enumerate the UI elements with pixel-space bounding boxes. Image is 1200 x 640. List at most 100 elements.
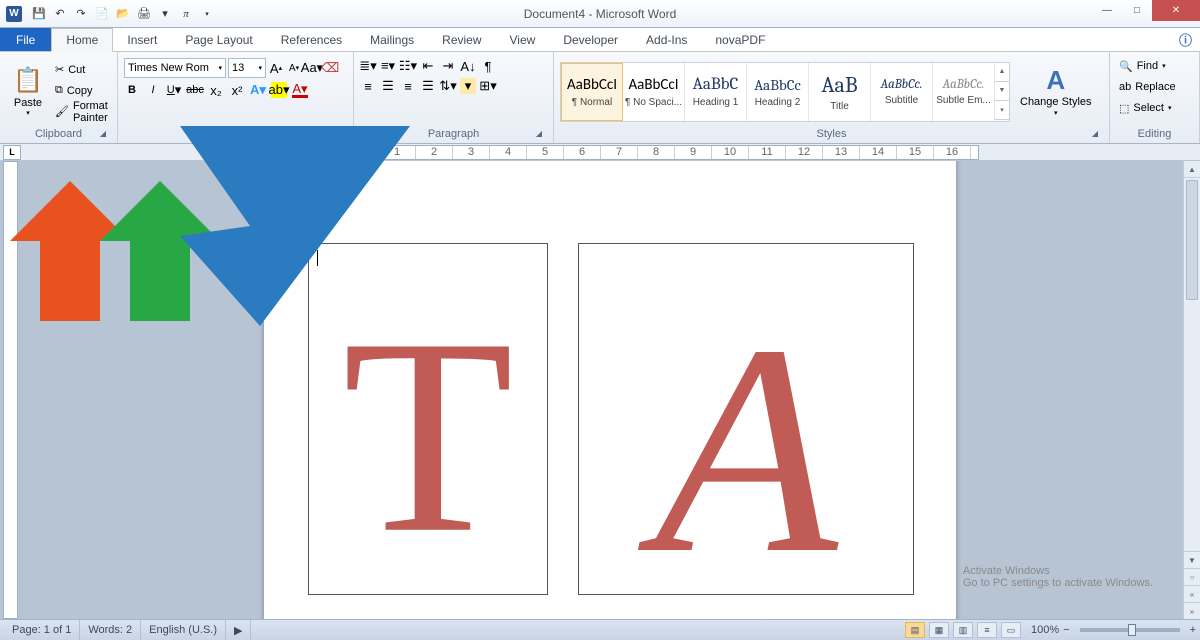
textbox-2[interactable]: A (578, 243, 914, 595)
new-icon[interactable]: 📄 (93, 5, 111, 23)
change-case-icon[interactable]: Aa▾ (304, 60, 320, 76)
tab-file[interactable]: File (0, 28, 51, 51)
style-title[interactable]: AaBTitle (809, 63, 871, 121)
redo-icon[interactable]: ↷ (72, 5, 90, 23)
zoom-out-icon[interactable]: − (1063, 624, 1069, 636)
tab-addins[interactable]: Add-Ins (632, 28, 701, 51)
maximize-button[interactable]: □ (1122, 0, 1152, 21)
ribbon-help-icon[interactable]: ⓘ (1179, 28, 1192, 51)
scroll-down-icon[interactable]: ▼ (1184, 551, 1200, 568)
textbox-1[interactable]: T (308, 243, 548, 595)
copy-button[interactable]: ⧉Copy (52, 81, 111, 101)
italic-icon[interactable]: I (145, 82, 161, 98)
minimize-button[interactable]: — (1092, 0, 1122, 21)
tab-page-layout[interactable]: Page Layout (171, 28, 266, 51)
view-outline-icon[interactable]: ≡ (977, 622, 997, 638)
tab-developer[interactable]: Developer (549, 28, 632, 51)
view-draft-icon[interactable]: ▭ (1001, 622, 1021, 638)
justify-icon[interactable]: ☰ (420, 78, 436, 94)
tab-home[interactable]: Home (51, 28, 113, 52)
subscript-icon[interactable]: x₂ (208, 82, 224, 98)
align-center-icon[interactable]: ☰ (380, 78, 396, 94)
zoom-in-icon[interactable]: + (1190, 624, 1196, 636)
find-button[interactable]: 🔍Find▾ (1116, 56, 1169, 76)
view-web-layout-icon[interactable]: ▥ (953, 622, 973, 638)
paragraph-dialog-launcher[interactable]: ◢ (533, 129, 545, 141)
status-words[interactable]: Words: 2 (80, 620, 141, 640)
replace-button[interactable]: abReplace (1116, 77, 1179, 97)
styles-scroll-down-icon[interactable]: ▼ (995, 82, 1009, 101)
open-icon[interactable]: 📂 (114, 5, 132, 23)
tab-insert[interactable]: Insert (113, 28, 171, 51)
styles-dialog-launcher[interactable]: ◢ (1089, 129, 1101, 141)
grow-font-icon[interactable]: A▴ (268, 60, 284, 76)
save-icon[interactable]: 💾 (30, 5, 48, 23)
vertical-scrollbar[interactable]: ▲ ▼ ○ « » (1183, 161, 1200, 619)
zoom-slider[interactable] (1080, 628, 1180, 632)
vertical-ruler[interactable] (3, 161, 18, 619)
format-painter-button[interactable]: 🖌Format Painter (52, 102, 111, 122)
underline-icon[interactable]: U▾ (166, 82, 182, 98)
scroll-up-icon[interactable]: ▲ (1184, 161, 1200, 178)
equation-icon[interactable]: π (177, 5, 195, 23)
qat-customize-icon[interactable]: ▾ (198, 5, 216, 23)
bold-icon[interactable]: B (124, 82, 140, 98)
superscript-icon[interactable]: x² (229, 82, 245, 98)
zoom-level[interactable]: 100% (1031, 624, 1059, 636)
qat-more-icon[interactable]: ▾ (156, 5, 174, 23)
font-size-select[interactable]: 13▾ (228, 58, 266, 78)
change-styles-button[interactable]: A Change Styles▾ (1014, 58, 1098, 124)
status-page[interactable]: Page: 1 of 1 (4, 620, 80, 640)
tab-mailings[interactable]: Mailings (356, 28, 428, 51)
sort-icon[interactable]: A↓ (460, 58, 476, 74)
next-page-icon[interactable]: » (1184, 602, 1200, 619)
font-color-icon[interactable]: A▾ (292, 82, 308, 98)
tab-review[interactable]: Review (428, 28, 495, 51)
style-normal[interactable]: AaBbCcI¶ Normal (561, 63, 623, 121)
align-right-icon[interactable]: ≡ (400, 78, 416, 94)
tab-novapdf[interactable]: novaPDF (701, 28, 779, 51)
tab-references[interactable]: References (267, 28, 356, 51)
styles-scroll[interactable]: ▲▼▾ (995, 63, 1009, 121)
styles-more-icon[interactable]: ▾ (995, 101, 1009, 120)
horizontal-ruler[interactable]: 0123456789101112131415161718 (267, 145, 979, 160)
zoom-slider-thumb[interactable] (1128, 624, 1136, 636)
shading-icon[interactable]: ▾ (460, 78, 476, 94)
status-macro-icon[interactable]: ▶ (226, 620, 251, 640)
style-heading-1[interactable]: AaBbCHeading 1 (685, 63, 747, 121)
paste-button[interactable]: 📋 Paste ▾ (6, 58, 50, 124)
page[interactable]: T A (264, 161, 956, 619)
font-family-select[interactable]: Times New Rom▾ (124, 58, 226, 78)
styles-scroll-up-icon[interactable]: ▲ (995, 63, 1009, 82)
styles-gallery[interactable]: AaBbCcI¶ Normal AaBbCcI¶ No Spaci... AaB… (560, 62, 1010, 122)
scroll-thumb[interactable] (1186, 180, 1198, 300)
strikethrough-icon[interactable]: abc (187, 82, 203, 98)
numbering-icon[interactable]: ≡▾ (380, 58, 396, 74)
select-button[interactable]: ⬚Select▾ (1116, 98, 1175, 118)
multilevel-list-icon[interactable]: ☷▾ (400, 58, 416, 74)
align-left-icon[interactable]: ≡ (360, 78, 376, 94)
tab-view[interactable]: View (496, 28, 550, 51)
bullets-icon[interactable]: ≣▾ (360, 58, 376, 74)
print-preview-icon[interactable]: 🖨 (135, 5, 153, 23)
clipboard-dialog-launcher[interactable]: ◢ (97, 129, 109, 141)
close-button[interactable]: ✕ (1152, 0, 1200, 21)
text-effects-icon[interactable]: A▾ (250, 82, 266, 98)
browse-object-icon[interactable]: ○ (1184, 568, 1200, 585)
line-spacing-icon[interactable]: ⇅▾ (440, 78, 456, 94)
increase-indent-icon[interactable]: ⇥ (440, 58, 456, 74)
clear-formatting-icon[interactable]: ⌫ (322, 60, 338, 76)
highlight-icon[interactable]: ab▾ (271, 82, 287, 98)
style-subtle-emphasis[interactable]: AaBbCc.Subtle Em... (933, 63, 995, 121)
decrease-indent-icon[interactable]: ⇤ (420, 58, 436, 74)
status-language[interactable]: English (U.S.) (141, 620, 226, 640)
view-print-layout-icon[interactable]: ▤ (905, 622, 925, 638)
style-subtitle[interactable]: AaBbCc.Subtitle (871, 63, 933, 121)
undo-icon[interactable]: ↶ (51, 5, 69, 23)
cut-button[interactable]: ✂Cut (52, 60, 111, 80)
shrink-font-icon[interactable]: A▾ (286, 60, 302, 76)
font-dialog-launcher[interactable]: ◢ (333, 129, 345, 141)
style-heading-2[interactable]: AaBbCcHeading 2 (747, 63, 809, 121)
style-no-spacing[interactable]: AaBbCcI¶ No Spaci... (623, 63, 685, 121)
view-full-screen-icon[interactable]: ▦ (929, 622, 949, 638)
